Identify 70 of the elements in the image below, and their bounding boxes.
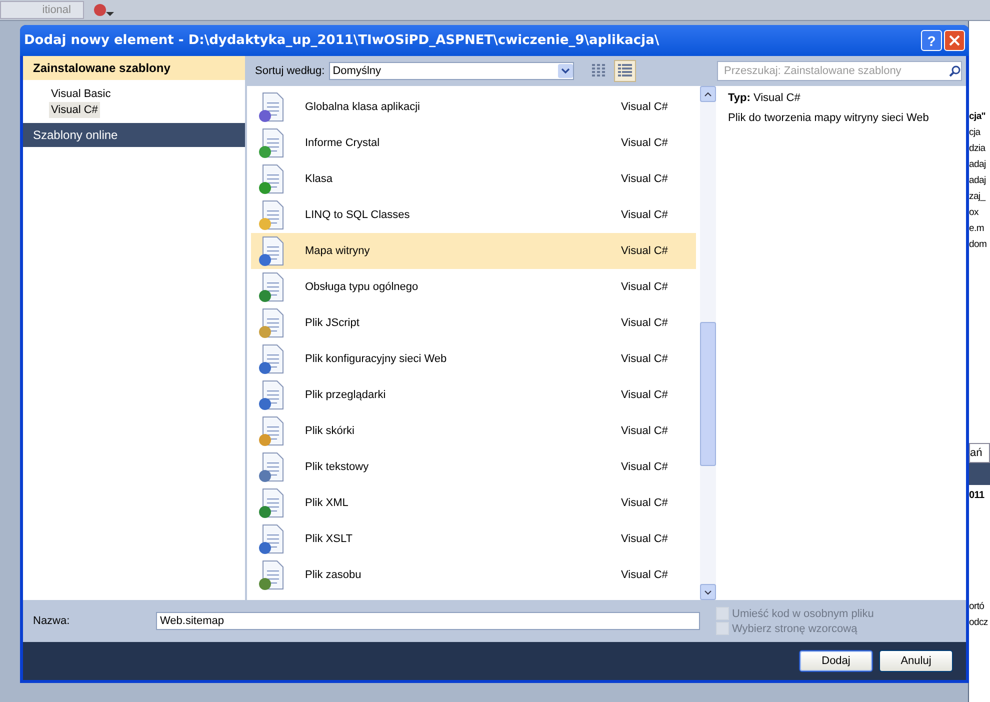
sidebar-item[interactable]: Visual Basic [49, 86, 113, 102]
search-field[interactable]: Przeszukaj: Zainstalowane szablony [717, 61, 962, 81]
property-text: ortó [969, 600, 986, 614]
tree-item: e.m [969, 222, 985, 236]
panel-tab[interactable]: ań [969, 443, 990, 463]
template-item[interactable]: Plik JScript Visual C# [251, 305, 696, 341]
template-name: Informe Crystal [305, 137, 381, 149]
template-item[interactable]: Plik przeglądarki Visual C# [251, 377, 696, 413]
template-type: Visual C# [621, 245, 669, 257]
template-description: Plik do tworzenia mapy witryny sieci Web [728, 112, 930, 124]
template-type: Visual C# [621, 353, 669, 365]
sort-dropdown[interactable]: Domyślny [328, 62, 574, 80]
template-name: Plik skórki [305, 425, 356, 437]
help-button[interactable]: ? [921, 30, 942, 51]
template-type: Visual C# [621, 209, 669, 221]
tree-item: adaj [969, 174, 987, 188]
template-type: Visual C# [621, 173, 669, 185]
template-type: Visual C# [621, 389, 669, 401]
template-type: Visual C# [621, 497, 669, 509]
template-name: Plik tekstowy [305, 461, 370, 473]
tree-item: dom [969, 238, 988, 252]
template-type: Visual C# [621, 533, 669, 545]
template-name: Globalna klasa aplikacji [305, 101, 421, 113]
type-info: Typ: Visual C# [728, 92, 802, 104]
name-field[interactable]: Web.sitemap [156, 612, 700, 630]
template-type: Visual C# [621, 281, 669, 293]
template-type: Visual C# [621, 569, 669, 581]
tree-item: dzia [969, 142, 986, 156]
dialog-button[interactable]: Dodaj [799, 650, 873, 672]
template-item[interactable]: Plik zasobu Visual C# [251, 557, 696, 593]
panel-heading: 011 [969, 489, 986, 503]
template-name: LINQ to SQL Classes [305, 209, 411, 221]
template-name: Plik XSLT [305, 533, 354, 545]
template-name: Plik zasobu [305, 569, 362, 581]
template-item[interactable]: Plik konfiguracyjny sieci Web Visual C# [251, 341, 696, 377]
template-item[interactable]: Plik XML Visual C# [251, 485, 696, 521]
tree-item: adaj [969, 158, 987, 172]
template-type: Visual C# [621, 101, 669, 113]
tree-item: cja" [969, 110, 987, 124]
template-item[interactable]: Plik skórki Visual C# [251, 413, 696, 449]
template-name: Obsługa typu ogólnego [305, 281, 420, 293]
template-name: Plik XML [305, 497, 350, 509]
template-type: Visual C# [621, 137, 669, 149]
template-item[interactable]: LINQ to SQL Classes Visual C# [251, 197, 696, 233]
window-title: Dodaj nowy element - D:\dydaktyka_up_2011\TIwOSiPD_ASPNET\cwiczenie_9\aplikacja\ [24, 33, 660, 48]
template-item[interactable]: Plik tekstowy Visual C# [251, 449, 696, 485]
template-name: Plik przeglądarki [305, 389, 387, 401]
tree-item: zaj_ [969, 190, 987, 204]
tree-item: cja [969, 126, 982, 140]
template-name: Klasa [305, 173, 334, 185]
template-item[interactable]: Globalna klasa aplikacji Visual C# [251, 89, 696, 125]
tree-item: ox [969, 206, 980, 220]
template-type: Visual C# [621, 425, 669, 437]
template-item[interactable]: Klasa Visual C# [251, 161, 696, 197]
template-item[interactable]: Plik XSLT Visual C# [251, 521, 696, 557]
template-name: Mapa witryny [305, 245, 371, 257]
template-name: Plik JScript [305, 317, 360, 329]
sidebar-section[interactable]: Zainstalowane szablony [23, 56, 245, 80]
sidebar-section[interactable]: Szablony online [23, 123, 245, 147]
template-item[interactable]: Informe Crystal Visual C# [251, 125, 696, 161]
sort-label: Sortuj według: [255, 65, 325, 77]
template-item[interactable]: Obsługa typu ogólnego Visual C# [251, 269, 696, 305]
template-item[interactable]: Mapa witryny Visual C# [251, 233, 696, 269]
dialog-button[interactable]: Anuluj [879, 650, 953, 672]
sidebar-item[interactable]: Visual C# [49, 102, 100, 118]
template-name: Plik konfiguracyjny sieci Web [305, 353, 448, 365]
name-label: Nazwa: [33, 615, 71, 627]
template-type: Visual C# [621, 461, 669, 473]
property-text: odcz [969, 616, 989, 630]
template-type: Visual C# [621, 317, 669, 329]
